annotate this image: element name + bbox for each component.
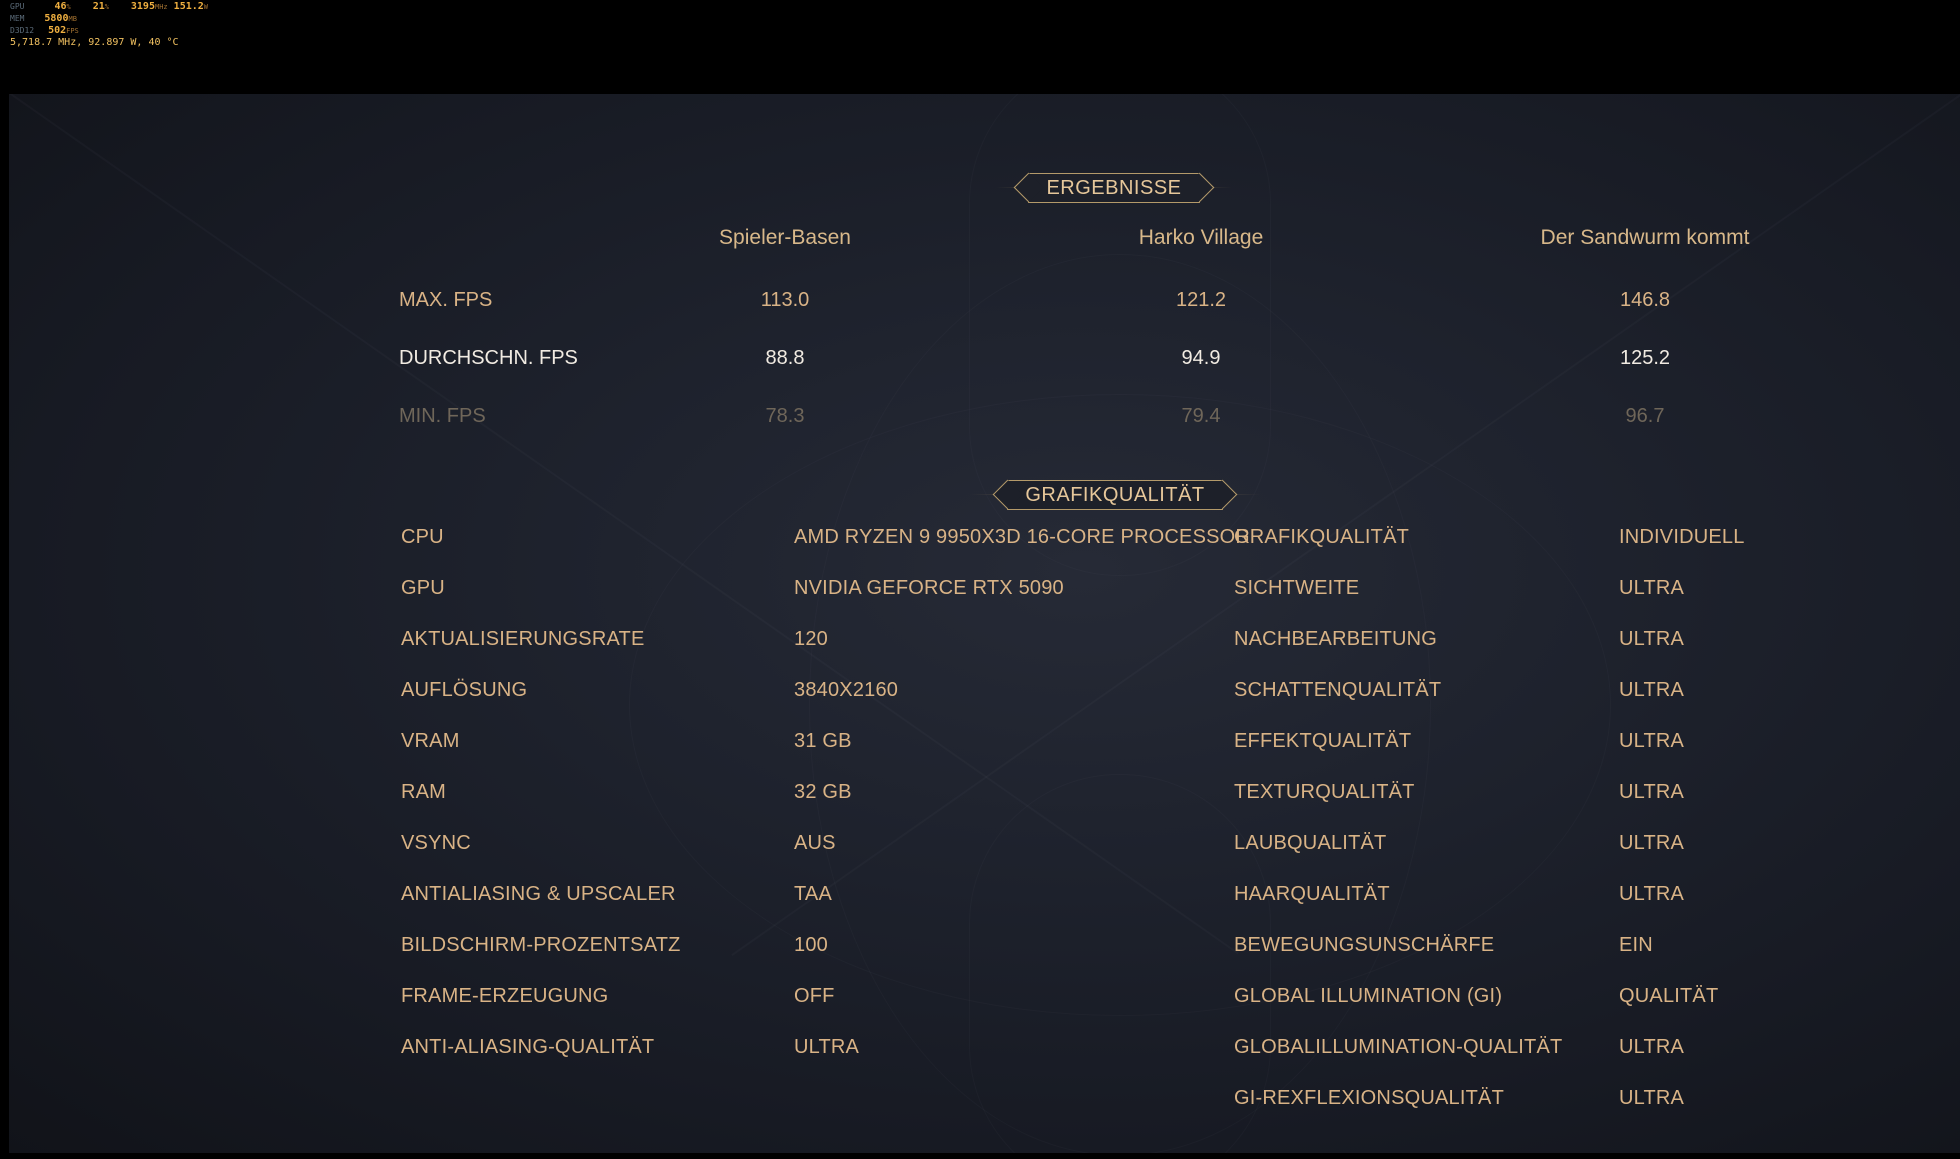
setting-label-texture-quality: TEXTURQUALITÄT xyxy=(1234,781,1415,803)
column-header-harko-village: Harko Village xyxy=(1138,226,1264,249)
setting-label-effect-quality: EFFEKTQUALITÄT xyxy=(1234,730,1412,752)
overlay-unit: % xyxy=(66,3,71,11)
spec-value-aa-quality: ULTRA xyxy=(794,1036,860,1058)
setting-label-view-distance: SICHTWEITE xyxy=(1234,577,1360,599)
max-fps-value: 113.0 xyxy=(760,289,810,311)
setting-value-gi-quality: ULTRA xyxy=(1619,1036,1685,1058)
column-header-spieler-basen: Spieler-Basen xyxy=(719,226,851,249)
overlay-api-label: D3D12 xyxy=(10,26,35,35)
performance-overlay: GPU 46% 21% 3195MHz 151.2W MEM 5800MB D3… xyxy=(8,1,1960,94)
spec-label-vsync: VSYNC xyxy=(401,832,471,854)
avg-fps-value: 125.2 xyxy=(1619,347,1671,369)
spec-value-antialiasing-upscaler: TAA xyxy=(794,883,833,905)
setting-value-effect-quality: ULTRA xyxy=(1619,730,1685,752)
setting-value-motion-blur: EIN xyxy=(1619,934,1653,956)
setting-value-post-processing: ULTRA xyxy=(1619,628,1685,650)
spec-label-refresh-rate: AKTUALISIERUNGSRATE xyxy=(401,628,645,650)
max-fps-value: 146.8 xyxy=(1619,289,1671,311)
setting-value-graphics-quality: INDIVIDUELL xyxy=(1619,526,1745,548)
spec-label-aa-quality: ANTI-ALIASING-QUALITÄT xyxy=(401,1036,655,1058)
spec-label-antialiasing-upscaler: ANTIALIASING & UPSCALER xyxy=(401,883,676,905)
spec-value-resolution: 3840X2160 xyxy=(794,679,899,701)
overlay-unit: MB xyxy=(68,15,77,23)
avg-fps-value: 94.9 xyxy=(1181,347,1221,369)
setting-label-shadow-quality: SCHATTENQUALITÄT xyxy=(1234,679,1442,701)
spec-value-screen-percentage: 100 xyxy=(794,934,828,956)
spec-label-screen-percentage: BILDSCHIRM-PROZENTSATZ xyxy=(401,934,681,956)
avg-fps-value: 88.8 xyxy=(765,347,805,369)
overlay-fps-value: 502 xyxy=(48,25,67,36)
spec-label-gpu: GPU xyxy=(401,577,445,599)
spec-value-vram: 31 GB xyxy=(794,730,852,752)
spec-label-cpu: CPU xyxy=(401,526,444,548)
overlay-gpu-power: 151.2 xyxy=(173,1,204,12)
overlay-mem-value: 5800 xyxy=(44,13,69,24)
overlay-mem-line: MEM 5800MB xyxy=(10,13,77,25)
spec-label-resolution: AUFLÖSUNG xyxy=(401,679,528,701)
min-fps-label: MIN. FPS xyxy=(399,405,486,427)
overlay-gpu-label: GPU xyxy=(10,2,25,11)
spec-value-cpu: AMD RYZEN 9 9950X3D 16-CORE PROCESSOR xyxy=(794,526,1251,548)
setting-label-hair-quality: HAARQUALITÄT xyxy=(1234,883,1390,905)
min-fps-value: 96.7 xyxy=(1625,405,1665,427)
screen: GPU 46% 21% 3195MHz 151.2W MEM 5800MB D3… xyxy=(0,0,1960,1159)
results-heading-text: ERGEBNISSE xyxy=(1046,176,1182,199)
setting-label-post-processing: NACHBEARBEITUNG xyxy=(1234,628,1438,650)
spec-label-vram: VRAM xyxy=(401,730,460,752)
overlay-unit: MHz xyxy=(154,3,168,11)
min-fps-value: 79.4 xyxy=(1181,405,1221,427)
setting-label-gi-reflection-quality: GI-REXFLEXIONSQUALITÄT xyxy=(1234,1087,1505,1109)
spec-label-ram: RAM xyxy=(401,781,447,803)
heading-plate: ERGEBNISSE xyxy=(1028,173,1200,203)
setting-label-gi-quality: GLOBALILLUMINATION-QUALITÄT xyxy=(1234,1036,1563,1058)
avg-fps-label: DURCHSCHN. FPS xyxy=(399,347,578,369)
setting-value-gi-reflection-quality: ULTRA xyxy=(1619,1087,1685,1109)
setting-label-global-illumination: GLOBAL ILLUMINATION (GI) xyxy=(1234,985,1503,1007)
overlay-cpu-line: 5,718.7 MHz, 92.897 W, 40 °C xyxy=(10,37,179,48)
overlay-unit: % xyxy=(104,3,109,11)
graphics-heading: GRAFIKQUALITÄT xyxy=(970,480,1260,510)
graphics-heading-text: GRAFIKQUALITÄT xyxy=(1025,483,1205,506)
setting-label-graphics-quality: GRAFIKQUALITÄT xyxy=(1234,526,1410,548)
spec-label-frame-generation: FRAME-ERZEUGUNG xyxy=(401,985,609,1007)
max-fps-value: 121.2 xyxy=(1175,289,1227,311)
overlay-unit: W xyxy=(203,3,208,11)
background-ornament xyxy=(809,254,1431,1153)
setting-value-shadow-quality: ULTRA xyxy=(1619,679,1685,701)
bottom-border xyxy=(0,1153,1960,1159)
spec-value-refresh-rate: 120 xyxy=(794,628,828,650)
setting-value-view-distance: ULTRA xyxy=(1619,577,1685,599)
setting-value-texture-quality: ULTRA xyxy=(1619,781,1685,803)
max-fps-label: MAX. FPS xyxy=(399,289,493,311)
spec-value-ram: 32 GB xyxy=(794,781,852,803)
column-header-sandwurm: Der Sandwurm kommt xyxy=(1540,226,1750,249)
spec-value-frame-generation: OFF xyxy=(794,985,835,1007)
overlay-gpu-load: 46 xyxy=(54,1,67,12)
min-fps-value: 78.3 xyxy=(765,405,805,427)
overlay-gpu-temp: 21 xyxy=(92,1,105,12)
setting-value-hair-quality: ULTRA xyxy=(1619,883,1685,905)
overlay-fps-line: D3D12 502FPS xyxy=(10,25,79,37)
setting-label-foliage-quality: LAUBQUALITÄT xyxy=(1234,832,1387,854)
overlay-mem-label: MEM xyxy=(10,14,25,23)
setting-value-foliage-quality: ULTRA xyxy=(1619,832,1685,854)
overlay-gpu-clock: 3195 xyxy=(130,1,155,12)
setting-value-global-illumination: QUALITÄT xyxy=(1619,985,1719,1007)
results-heading: ERGEBNISSE xyxy=(996,173,1232,203)
spec-value-gpu: NVIDIA GEFORCE RTX 5090 xyxy=(794,577,1064,599)
spec-value-vsync: AUS xyxy=(794,832,836,854)
setting-label-motion-blur: BEWEGUNGSUNSCHÄRFE xyxy=(1234,934,1495,956)
heading-plate: GRAFIKQUALITÄT xyxy=(1007,480,1223,510)
overlay-unit: FPS xyxy=(66,27,79,35)
overlay-gpu-line: GPU 46% 21% 3195MHz 151.2W xyxy=(10,1,208,13)
